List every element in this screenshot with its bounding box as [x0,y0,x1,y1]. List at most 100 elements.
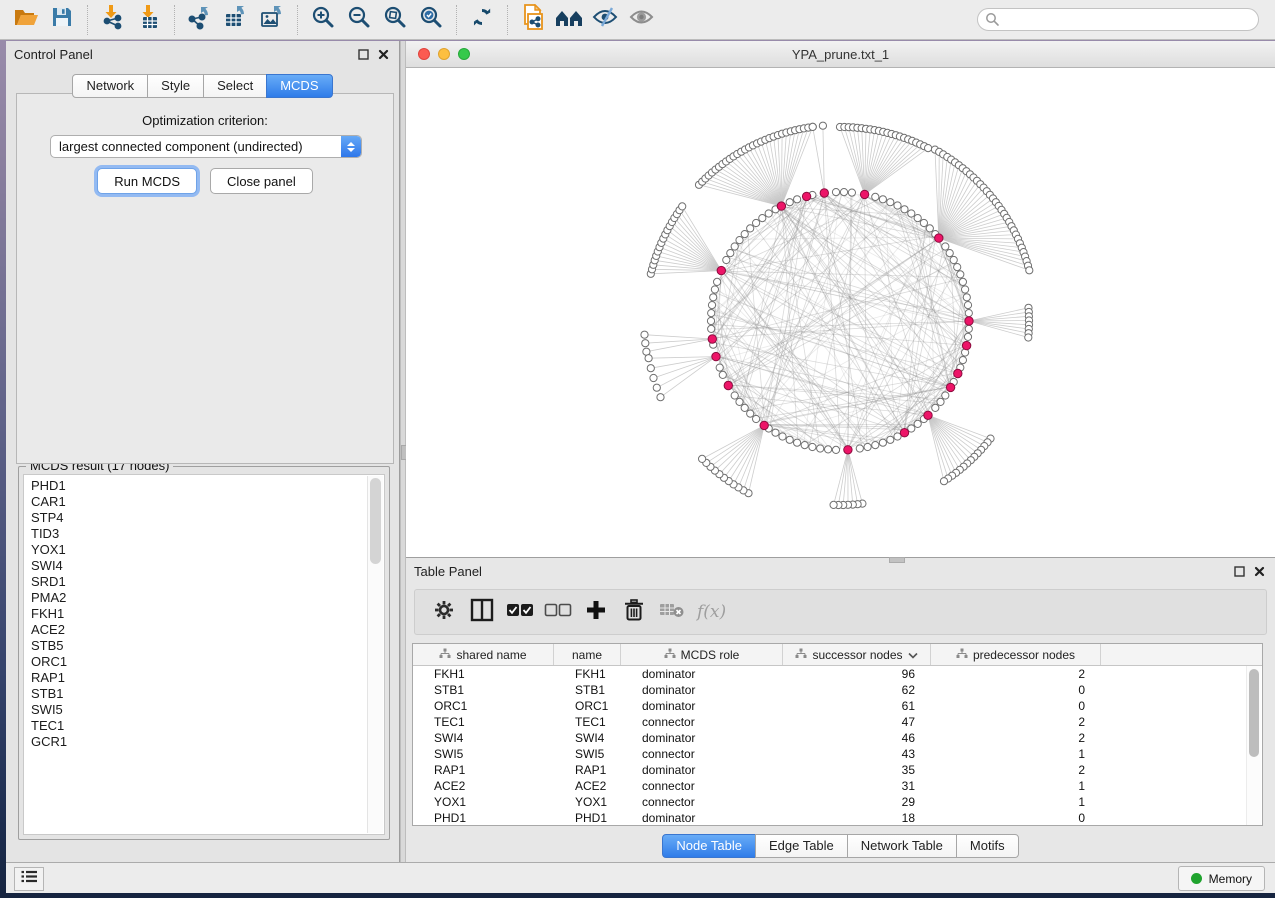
mcds-result-item[interactable]: STP4 [31,510,384,526]
save-session-button[interactable] [44,4,80,36]
mcds-result-item[interactable]: CAR1 [31,494,384,510]
table-row-rap1[interactable]: RAP1RAP1dominator352 [413,762,1262,778]
mcds-list-scrollbar[interactable] [367,476,383,833]
mcds-result-item[interactable]: YOX1 [31,542,384,558]
zoom-selected-button[interactable] [413,4,449,36]
task-history-button[interactable] [14,867,44,891]
optimization-criterion-select[interactable]: largest connected component (undirected) [50,135,362,158]
network-file-button[interactable] [515,4,551,36]
cell-name: TEC1 [554,715,621,729]
open-file-button[interactable] [8,4,44,36]
table-row-phd1[interactable]: PHD1PHD1dominator180 [413,810,1262,826]
delete-column-button[interactable] [615,595,653,629]
tab-network-table[interactable]: Network Table [847,834,957,858]
zoom-out-button[interactable] [341,4,377,36]
mcds-result-item[interactable]: FKH1 [31,606,384,622]
cell-mcds-role: dominator [621,811,783,825]
add-column-button[interactable] [577,595,615,629]
export-network-button[interactable] [182,4,218,36]
mcds-result-item[interactable]: ACE2 [31,622,384,638]
mcds-result-list[interactable]: PHD1CAR1STP4TID3YOX1SWI4SRD1PMA2FKH1ACE2… [23,474,385,835]
zoom-in-icon [311,5,336,35]
tab-mcds[interactable]: MCDS [266,74,332,98]
table-settings-button[interactable] [425,595,463,629]
mcds-result-item[interactable]: RAP1 [31,670,384,686]
tab-style[interactable]: Style [147,74,204,98]
refresh-view-button[interactable] [464,4,500,36]
select-all-rows-button[interactable] [501,595,539,629]
window-zoom-button[interactable] [458,48,470,60]
mcds-result-item[interactable]: PHD1 [31,478,384,494]
cell-predecessor-nodes: 2 [931,715,1101,729]
table-row-ace2[interactable]: ACE2ACE2connector311 [413,778,1262,794]
float-panel-icon[interactable] [355,46,371,62]
tab-select[interactable]: Select [203,74,267,98]
function-builder-button[interactable]: f(x) [697,602,726,622]
tab-motifs[interactable]: Motifs [956,834,1019,858]
mcds-result-item[interactable]: SWI5 [31,702,384,718]
column-header-mcds-role[interactable]: MCDS role [621,644,783,665]
horizontal-splitter-handle[interactable] [889,557,905,563]
table-row-swi5[interactable]: SWI5SWI5connector431 [413,746,1262,762]
import-network-button[interactable] [95,4,131,36]
tab-network[interactable]: Network [72,74,148,98]
first-neighbors-button[interactable] [551,4,587,36]
mcds-result-item[interactable]: PMA2 [31,590,384,606]
mcds-result-item[interactable]: SRD1 [31,574,384,590]
mcds-result-item[interactable]: ORC1 [31,654,384,670]
hide-selected-button[interactable] [587,4,623,36]
sort-desc-icon [908,648,918,662]
show-all-button[interactable] [623,4,659,36]
table-scrollbar[interactable] [1246,666,1261,826]
delete-table-button-disabled[interactable] [653,595,691,629]
table-row-swi4[interactable]: SWI4SWI4dominator462 [413,730,1262,746]
deselect-all-rows-button[interactable] [539,595,577,629]
tab-node-table[interactable]: Node Table [662,834,756,858]
table-row-stb1[interactable]: STB1STB1dominator620 [413,682,1262,698]
search-input[interactable] [977,8,1259,31]
column-header-predecessor-nodes[interactable]: predecessor nodes [931,644,1101,665]
cell-successor-nodes: 29 [783,795,931,809]
table-row-fkh1[interactable]: FKH1FKH1dominator962 [413,666,1262,682]
scrollbar-thumb[interactable] [370,478,381,564]
cell-name: ACE2 [554,779,621,793]
table-row-yox1[interactable]: YOX1YOX1connector291 [413,794,1262,810]
cell-successor-nodes: 96 [783,667,931,681]
mcds-result-item[interactable]: STB1 [31,686,384,702]
close-panel-button[interactable]: Close panel [210,168,313,194]
show-columns-button[interactable] [463,595,501,629]
column-header-successor-nodes[interactable]: successor nodes [783,644,931,665]
run-mcds-button[interactable]: Run MCDS [97,168,197,194]
window-minimize-button[interactable] [438,48,450,60]
window-close-button[interactable] [418,48,430,60]
mcds-result-item[interactable]: TID3 [31,526,384,542]
import-table-button[interactable] [131,4,167,36]
column-header-shared-name[interactable]: shared name [413,644,554,665]
column-header-filler [1101,644,1262,665]
zoom-fit-button[interactable] [377,4,413,36]
toolbar-separator [297,5,298,35]
export-table-button[interactable] [218,4,254,36]
close-panel-icon[interactable] [375,46,391,62]
dropdown-stepper-icon [341,136,361,157]
mcds-result-item[interactable]: GCR1 [31,734,384,750]
column-header-name[interactable]: name [554,644,621,665]
memory-button[interactable]: Memory [1178,866,1265,891]
cell-shared-name: ACE2 [413,779,554,793]
cell-shared-name: ORC1 [413,699,554,713]
scrollbar-thumb[interactable] [1249,669,1259,757]
mcds-result-item[interactable]: STB5 [31,638,384,654]
cell-shared-name: STB1 [413,683,554,697]
table-row-orc1[interactable]: ORC1ORC1dominator610 [413,698,1262,714]
network-canvas[interactable] [406,68,1275,557]
zoom-in-button[interactable] [305,4,341,36]
list-icon [21,870,37,888]
table-row-tec1[interactable]: TEC1TEC1connector472 [413,714,1262,730]
shared-column-icon [664,648,676,662]
close-panel-icon[interactable] [1251,563,1267,579]
mcds-result-item[interactable]: SWI4 [31,558,384,574]
tab-edge-table[interactable]: Edge Table [755,834,848,858]
mcds-result-item[interactable]: TEC1 [31,718,384,734]
export-image-button[interactable] [254,4,290,36]
float-panel-icon[interactable] [1231,563,1247,579]
